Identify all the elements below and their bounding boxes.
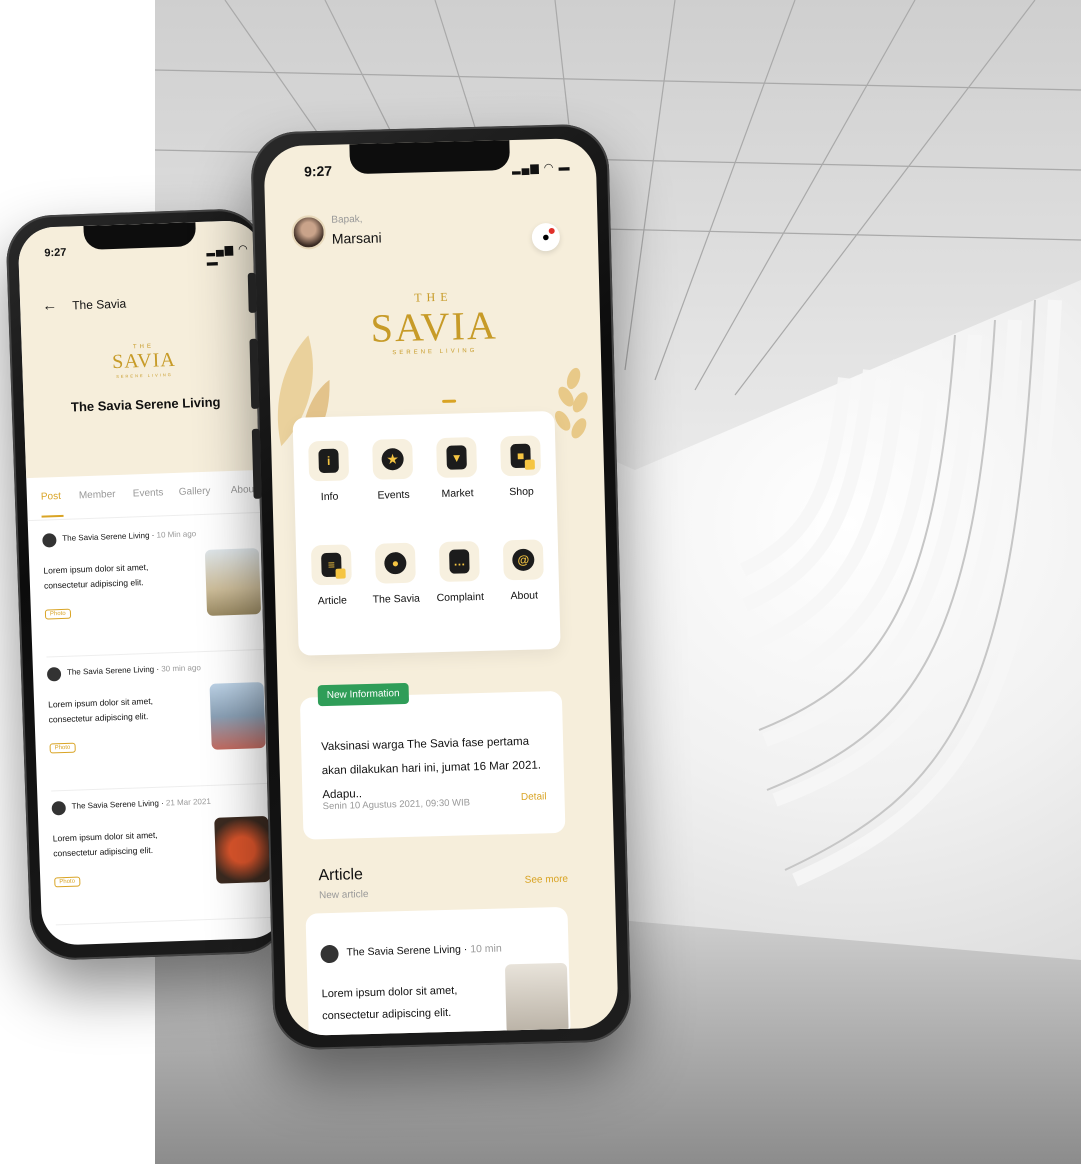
avatar (51, 800, 66, 816)
information-card[interactable]: Vaksinasi warga The Savia fase pertama a… (299, 690, 566, 840)
article-section-title: Article (318, 866, 364, 885)
community-screen: 9:27 ▂▄▆ ◠ ▬ ← The Savia THE SAVIA SEREN… (17, 219, 287, 946)
see-more-link[interactable]: See more (525, 874, 569, 886)
side-button (247, 272, 257, 313)
post-item[interactable]: The Savia Serene Living · 10 Min ago Lor… (42, 523, 267, 658)
logo-savia: SAVIA (111, 348, 177, 374)
menu-label: Events (377, 488, 410, 502)
food-thumbnail (214, 815, 271, 884)
savia-logo: THE SAVIA SERENE LIVING (267, 286, 601, 360)
active-tab-indicator (41, 514, 64, 518)
menu-label: Market (441, 487, 474, 500)
menu-label: Complaint (436, 590, 485, 605)
article-author: The Savia Serene Living · 10 min (346, 942, 502, 959)
avatar (46, 667, 62, 682)
tab-gallery[interactable]: Gallery (179, 486, 211, 498)
status-icons: ▂▄▆ ◠ ▬ (511, 161, 571, 175)
post-body: Lorem ipsum dolor sit amet, consectetur … (52, 829, 158, 859)
flag-thumbnail (209, 681, 266, 750)
shop-icon: ■ (500, 435, 542, 477)
menu-item-events[interactable]: ★ Events (361, 438, 425, 502)
article-body: Lorem ipsum dolor sit amet, consectetur … (321, 984, 458, 1023)
notification-dot (548, 227, 555, 235)
side-button (249, 338, 260, 409)
article-icon: ≡ (310, 544, 352, 586)
status-time: 9:27 (303, 162, 333, 180)
info-icon: i (308, 440, 350, 482)
menu-label: Info (320, 490, 339, 504)
avatar (42, 533, 57, 548)
post-author: The Savia Serene Living · 21 Mar 2021 (71, 796, 211, 811)
menu-label: Article (317, 594, 348, 608)
user-avatar[interactable] (291, 214, 327, 250)
menu-item-article[interactable]: ≡ Article (300, 544, 364, 608)
back-arrow-icon[interactable]: ← (42, 297, 58, 315)
complaint-icon: … (438, 540, 480, 583)
menu-label: Shop (509, 485, 534, 499)
avatar (320, 944, 339, 964)
tab-member[interactable]: Member (79, 489, 116, 501)
front-phone-mockup: 9:27 ▂▄▆ ◠ ▬ Bapak, Marsani ● THE SAVIA (247, 123, 632, 1051)
notification-button[interactable]: ● (531, 222, 561, 252)
market-icon: ▾ (436, 437, 478, 479)
savia-logo-small: THE SAVIA SERENE LIVING (112, 343, 177, 379)
post-item[interactable]: The Savia Serene Living · 21 Mar 2021 Lo… (51, 791, 276, 926)
post-tag: Photo (44, 608, 71, 620)
side-button (251, 428, 262, 499)
post-body: Lorem ipsum dolor sit amet, consectetur … (43, 561, 149, 591)
post-tag: Photo (49, 742, 76, 754)
menu-item-info[interactable]: i Info (297, 440, 361, 504)
post-author: The Savia Serene Living · 30 min ago (66, 663, 201, 677)
post-author: The Savia Serene Living · 10 Min ago (62, 529, 197, 543)
tab-events[interactable]: Events (133, 487, 164, 499)
article-section-subtitle: New article (318, 889, 369, 902)
post-item[interactable]: The Savia Serene Living · 30 min ago Lor… (46, 657, 272, 792)
brand-divider (442, 399, 457, 403)
community-tabs: Post Member Events Gallery About (26, 471, 272, 522)
menu-item-complaint[interactable]: … Complaint (428, 540, 492, 605)
menu-label: The Savia (372, 592, 421, 606)
page-title: The Savia (71, 296, 127, 313)
cyclist-thumbnail (204, 548, 262, 616)
greeting-salutation: Bapak, (331, 213, 363, 226)
menu-item-the-savia[interactable]: ● The Savia (364, 542, 428, 606)
menu-item-shop[interactable]: ■ Shop (489, 435, 553, 499)
back-phone-mockup: 9:27 ▂▄▆ ◠ ▬ ← The Savia THE SAVIA SEREN… (5, 207, 289, 962)
detail-link[interactable]: Detail (521, 791, 547, 803)
menu-grid: i Info ★ Events ▾ Market ■ Shop ≡ Articl… (292, 410, 561, 656)
greeting-name: Marsani (331, 229, 382, 247)
tab-post[interactable]: Post (41, 491, 61, 503)
about-icon: @ (502, 539, 544, 581)
the-savia-icon: ● (374, 542, 416, 584)
home-screen: 9:27 ▂▄▆ ◠ ▬ Bapak, Marsani ● THE SAVIA (263, 137, 619, 1037)
status-time: 9:27 (44, 246, 67, 260)
menu-item-about[interactable]: @ About (492, 539, 556, 603)
article-thumbnail (504, 962, 569, 1035)
menu-item-market[interactable]: ▾ Market (425, 437, 489, 501)
post-body: Lorem ipsum dolor sit amet, consectetur … (47, 695, 154, 725)
phone-notch (83, 222, 197, 250)
menu-label: About (510, 589, 539, 603)
new-information-badge: New Information (317, 682, 409, 707)
post-tag: Photo (54, 876, 81, 888)
events-icon: ★ (372, 438, 414, 480)
phone-notch (349, 140, 511, 175)
information-text: Vaksinasi warga The Savia fase pertama a… (320, 735, 542, 802)
article-card[interactable]: The Savia Serene Living · 10 min Lorem i… (305, 906, 571, 1037)
